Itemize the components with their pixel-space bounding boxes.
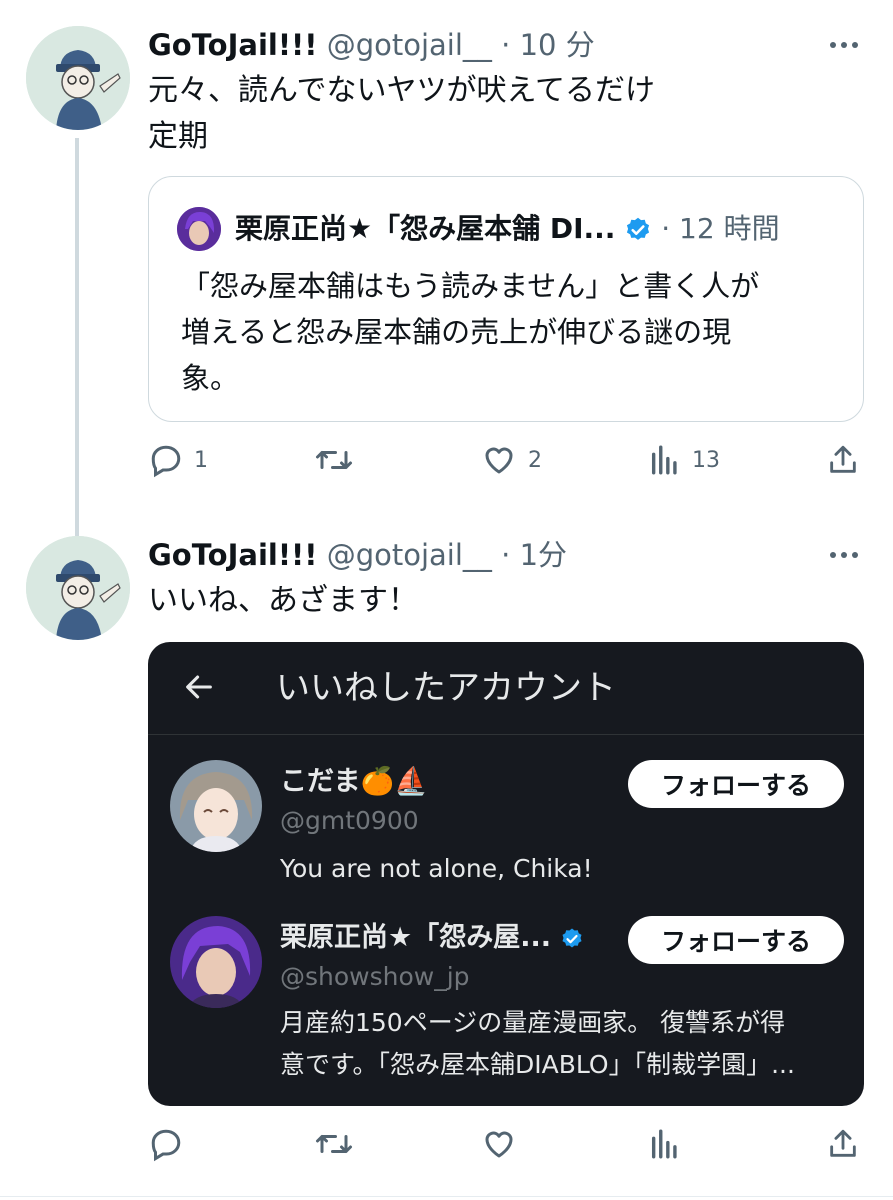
tweet-header: GoToJail!!! @gotojail__ · 1分 [148,538,567,572]
tweet-header: GoToJail!!! @gotojail__ · 10 分 [148,28,595,62]
verified-badge-icon [627,217,650,240]
quoted-tweet[interactable]: 栗原正尚★「怨み屋本舗 DI... · 12 時間 「怨み屋本舗はもう読みません… [148,176,864,422]
user-bio: 月産約150ページの量産漫画家。 復讐系が得 意です。「怨み屋本舗DIABLO」… [280,1002,850,1086]
user-bio: You are not alone, Chika! [280,848,850,890]
user-handle: @showshow_jp [280,962,470,991]
screenshot-title: いいねしたアカウント [276,668,616,708]
attached-screenshot[interactable]: いいねしたアカウント こだま🍊⛵ @gmt0900 You are not al… [148,642,864,1106]
display-name[interactable]: GoToJail!!! [148,28,318,62]
bar-chart-icon [651,445,677,475]
thread-connector [75,138,79,536]
user-display-name-text: 栗原正尚★「怨み屋... [280,922,551,953]
more-options-icon[interactable] [830,42,858,48]
user-display-name: こだま🍊⛵ [280,766,428,797]
reply-count: 1 [194,447,208,473]
share-button[interactable] [826,1126,860,1162]
avatar[interactable] [26,26,130,130]
bar-chart-icon [651,1129,677,1159]
user-handle[interactable]: @gotojail__ [327,28,492,62]
divider [148,734,864,735]
separator-dot: · [661,212,671,245]
tweet-text-line: いいね、あざます！ [148,583,418,618]
reply-button[interactable] [148,1126,194,1162]
avatar-illustration [177,207,221,251]
share-icon [830,1129,856,1157]
display-name[interactable]: GoToJail!!! [148,538,318,572]
reply-button[interactable]: 1 [148,442,208,478]
views-button[interactable]: 13 [648,442,720,478]
reply-icon [151,445,181,478]
user-bio-line: 意です。「怨み屋本舗DIABLO」「制裁学園」... [280,1050,795,1079]
avatar-illustration [26,536,130,640]
heart-icon [485,447,513,474]
action-bar: 1 2 13 [148,442,864,482]
back-arrow-icon [182,670,216,708]
quoted-text-line: 増えると怨み屋本舗の売上が伸びる謎の現 [181,315,732,349]
user-handle[interactable]: @gotojail__ [327,538,492,572]
tweet-text: いいね、あざます！ [148,578,418,624]
more-options-icon[interactable] [830,552,858,558]
avatar-illustration [170,916,262,1008]
share-button[interactable] [826,442,860,478]
separator-dot: · [501,538,511,572]
timestamp[interactable]: 1分 [520,538,567,572]
user-avatar [170,916,262,1008]
avatar-illustration [26,26,130,130]
quoted-text-line: 「怨み屋本舗はもう読みません」と書く人が [181,269,760,303]
retweet-icon [316,451,352,469]
views-button[interactable] [648,1126,692,1162]
tweet-text-line: 元々、読んでないヤツが吠えてるだけ [148,73,655,108]
quoted-text: 「怨み屋本舗はもう読みません」と書く人が 増えると怨み屋本舗の売上が伸びる謎の現… [181,263,841,401]
share-icon [830,445,856,473]
tweet-text: 元々、読んでないヤツが吠えてるだけ 定期 [148,68,655,160]
retweet-button[interactable] [314,442,364,478]
heart-icon [485,1131,513,1158]
follow-button: フォローする [628,916,844,964]
user-bio-line: 月産約150ページの量産漫画家。 復讐系が得 [280,1008,786,1037]
like-count: 2 [528,447,542,473]
reply-icon [151,1129,181,1162]
follow-button: フォローする [628,760,844,808]
verified-badge-icon [562,928,582,947]
view-count: 13 [692,447,720,473]
timestamp[interactable]: 10 分 [520,28,595,62]
user-handle: @gmt0900 [280,806,419,835]
retweet-icon [316,1135,352,1153]
like-button[interactable]: 2 [480,442,542,478]
quoted-display-name[interactable]: 栗原正尚★「怨み屋本舗 DI... [235,212,615,245]
quoted-avatar[interactable] [177,207,221,251]
avatar[interactable] [26,536,130,640]
retweet-button[interactable] [314,1126,364,1162]
separator-dot: · [501,28,511,62]
avatar-illustration [170,760,262,852]
tweet-text-line: 定期 [148,119,208,154]
action-bar [148,1126,864,1166]
quoted-header: 栗原正尚★「怨み屋本舗 DI... · 12 時間 [235,209,780,249]
user-display-name: 栗原正尚★「怨み屋... [280,920,584,956]
user-bio-line: You are not alone, Chika! [280,854,593,883]
like-button[interactable] [480,1126,528,1162]
divider [0,1196,893,1197]
quoted-timestamp[interactable]: 12 時間 [679,212,780,245]
user-avatar [170,760,262,852]
quoted-text-line: 象。 [181,361,240,395]
